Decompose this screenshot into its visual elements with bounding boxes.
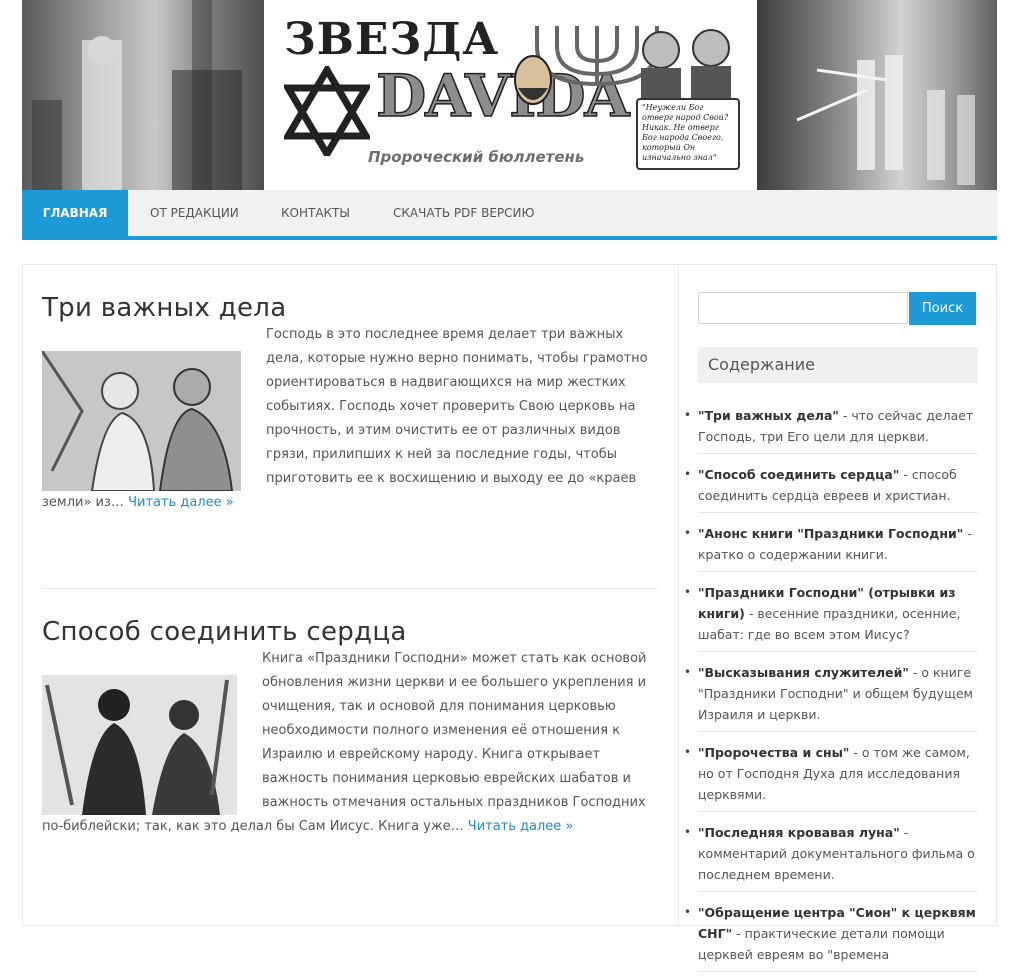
nav-item-download-pdf[interactable]: Скачать PDF версию — [393, 190, 534, 236]
post-title-link[interactable]: Три важных дела — [42, 293, 657, 323]
logo-quote-box: "Неужели Бог отверг народ Свой? Никак. Н… — [636, 98, 740, 170]
trumpeters-illustration — [796, 55, 975, 185]
temple-priest-illustration — [32, 0, 242, 190]
site-logo[interactable]: ЗВЕЗДА DAVIDA Пророческий бюллетень "Неу… — [264, 0, 757, 190]
content-container: Три важных дела Господь в это последнее … — [22, 264, 997, 972]
toc-list-item: "Последняя кровавая луна" - комментарий … — [684, 820, 978, 892]
banner-right-illustration — [757, 0, 997, 190]
post-thumbnail-image[interactable] — [42, 675, 237, 815]
rabbi-face-icon — [514, 55, 552, 105]
star-of-david-icon — [284, 66, 370, 156]
toc-item-link[interactable]: "Высказывания служителей" — [698, 665, 909, 680]
toc-list-item: "Способ соединить сердца" - способ соеди… — [684, 462, 978, 513]
column-divider — [678, 265, 679, 925]
search-input[interactable] — [698, 292, 908, 324]
nav-item-contacts[interactable]: Контакты — [281, 190, 350, 236]
post-article: Три важных дела Господь в это последнее … — [42, 293, 657, 515]
logo-title-top: ЗВЕЗДА — [284, 14, 500, 65]
toc-widget-title: Содержание — [698, 347, 978, 383]
nav-item-editorial[interactable]: От редакции — [150, 190, 239, 236]
banner-left-illustration — [22, 0, 264, 190]
toc-item-link[interactable]: "Способ соединить сердца" — [698, 467, 899, 482]
toc-list-item: "Праздники Господни" (отрывки из книги) … — [684, 580, 978, 652]
toc-list-item: "Высказывания служителей" - о книге "Пра… — [684, 660, 978, 732]
nav-item-home[interactable]: Главная — [22, 190, 128, 236]
read-more-link[interactable]: Читать далее » — [468, 819, 574, 834]
read-more-link[interactable]: Читать далее » — [128, 495, 234, 510]
toc-item-link[interactable]: "Последняя кровавая луна" — [698, 825, 900, 840]
post-title-link[interactable]: Способ соединить сердца — [42, 617, 657, 647]
toc-list-item: "Пророчества и сны" - о том же самом, но… — [684, 740, 978, 812]
toc-list-item: "Три важных дела" - что сейчас делает Го… — [684, 403, 978, 454]
header-banner: ЗВЕЗДА DAVIDA Пророческий бюллетень "Неу… — [22, 0, 997, 190]
post-thumbnail-image[interactable] — [42, 351, 241, 491]
toc-item-link[interactable]: "Анонс книги "Праздники Господни" — [698, 526, 963, 541]
post-separator — [42, 588, 657, 589]
logo-subtitle: Пророческий бюллетень — [368, 148, 585, 166]
main-navigation: Главная От редакции Контакты Скачать PDF… — [22, 190, 997, 240]
toc-item-link[interactable]: "Три важных дела" — [698, 408, 839, 423]
toc-list-item: "Обращение центра "Сион" к церквям СНГ" … — [684, 900, 978, 972]
search-button[interactable]: Поиск — [909, 292, 976, 325]
toc-list: "Три важных дела" - что сейчас делает Го… — [684, 403, 978, 980]
toc-item-description: - практические детали помощи церквей евр… — [698, 926, 945, 962]
rabbis-illustration — [641, 29, 731, 102]
toc-list-item: "Анонс книги "Праздники Господни" - крат… — [684, 521, 978, 572]
toc-item-link[interactable]: "Пророчества и сны" — [698, 745, 849, 760]
post-article: Способ соединить сердца Книга «Праздники… — [42, 617, 657, 839]
